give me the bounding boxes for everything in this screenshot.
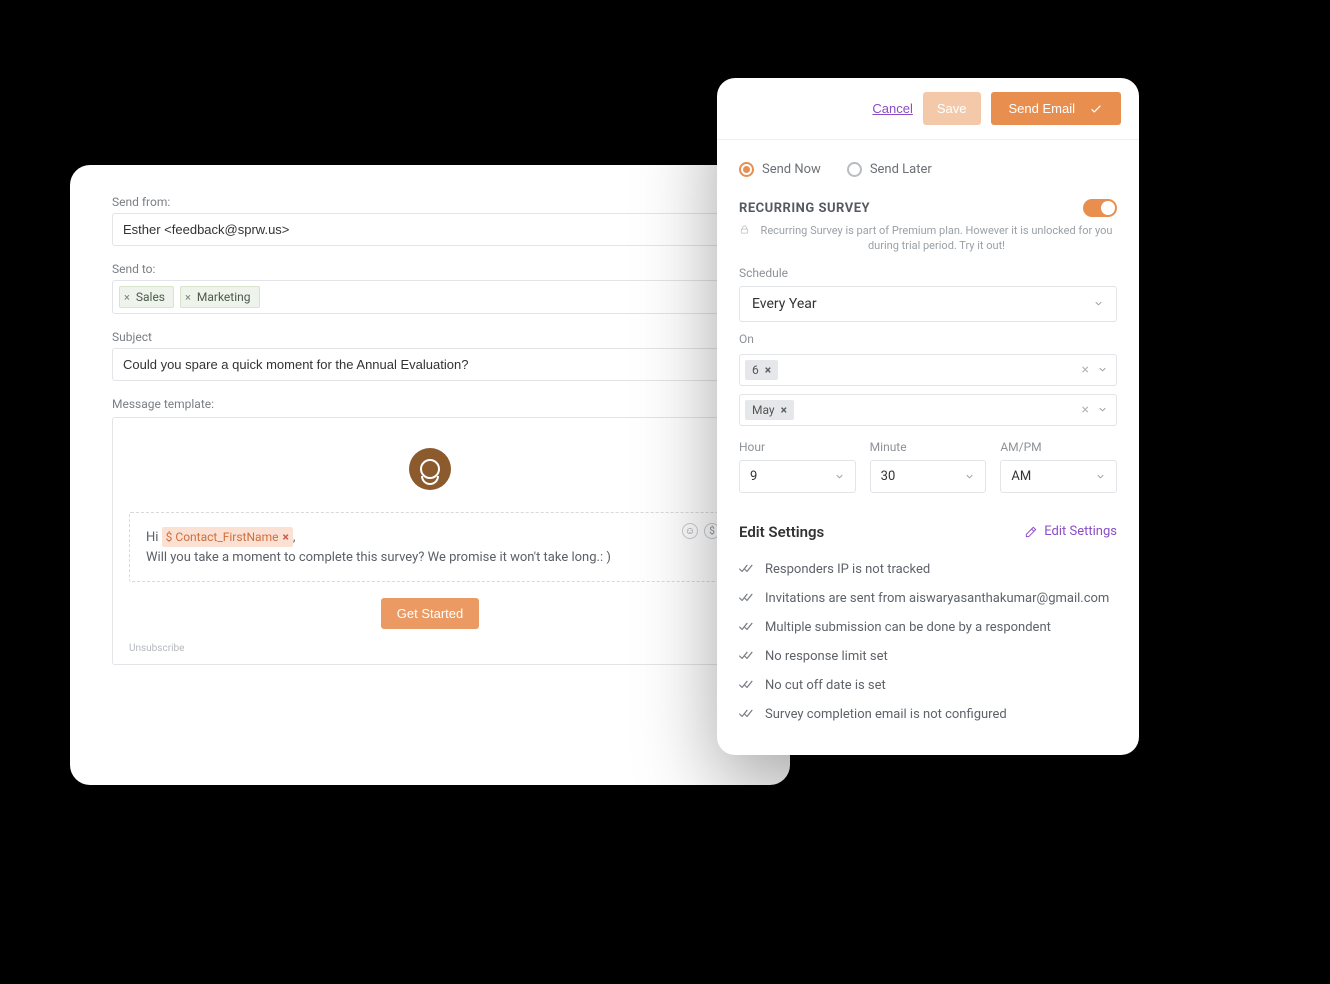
recurring-toggle[interactable] [1083, 199, 1117, 217]
unsubscribe-link[interactable]: Unsubscribe [129, 643, 731, 654]
premium-note-text: Recurring Survey is part of Premium plan… [756, 223, 1117, 254]
remove-chip-icon[interactable]: × [185, 292, 191, 303]
settings-item-text: Multiple submission can be done by a res… [765, 620, 1051, 635]
minute-value: 30 [881, 469, 896, 484]
clear-month-icon[interactable]: × [1082, 402, 1089, 418]
settings-title: Edit Settings [739, 523, 824, 541]
recipient-chip[interactable]: × Marketing [180, 286, 259, 308]
ampm-select[interactable]: AM [1000, 460, 1117, 493]
brand-logo-icon [420, 459, 440, 479]
double-check-icon [739, 563, 755, 575]
send-timing-radiogroup: Send Now Send Later [739, 162, 1117, 177]
clear-day-icon[interactable]: × [1082, 362, 1089, 378]
message-template-label: Message template: [112, 397, 214, 411]
panel-header: Cancel Save Send Email [717, 78, 1139, 140]
on-label: On [739, 332, 1117, 346]
settings-item-text: Responders IP is not tracked [765, 562, 930, 577]
settings-item: Responders IP is not tracked [739, 555, 1117, 584]
schedule-panel: Cancel Save Send Email Send Now Send Lat… [717, 78, 1139, 755]
schedule-select[interactable]: Every Year [739, 286, 1117, 322]
message-editor[interactable]: ☺ $ Hi $ Contact_FirstName × , Will you … [129, 512, 731, 582]
remove-day-icon[interactable]: × [765, 363, 771, 377]
subject-input[interactable] [112, 348, 748, 381]
double-check-icon [739, 679, 755, 691]
premium-note: Recurring Survey is part of Premium plan… [739, 223, 1117, 254]
hour-label: Hour [739, 440, 856, 454]
settings-item: Survey completion email is not configure… [739, 700, 1117, 729]
edit-icon [1024, 525, 1038, 539]
chevron-down-icon [1093, 298, 1104, 309]
greeting-comma: , [293, 530, 296, 545]
send-to-input[interactable]: × Sales × Marketing [112, 280, 748, 314]
edit-settings-label: Edit Settings [1044, 524, 1117, 539]
send-now-label: Send Now [762, 162, 821, 177]
schedule-label: Schedule [739, 266, 1117, 280]
lock-icon [739, 224, 750, 235]
double-check-icon [739, 708, 755, 720]
variable-token-label: $ Contact_FirstName [166, 528, 279, 546]
cancel-button[interactable]: Cancel [872, 101, 912, 116]
hour-value: 9 [750, 469, 757, 484]
get-started-button[interactable]: Get Started [381, 598, 479, 629]
ampm-value: AM [1011, 469, 1031, 484]
ampm-label: AM/PM [1000, 440, 1117, 454]
send-from-input[interactable] [112, 213, 748, 246]
emoji-icon[interactable]: ☺ [682, 523, 698, 539]
recipient-chip[interactable]: × Sales [119, 286, 174, 308]
day-pill[interactable]: 6 × [745, 360, 778, 380]
save-button[interactable]: Save [923, 92, 981, 125]
settings-list: Responders IP is not tracked Invitations… [739, 555, 1117, 729]
recipient-chip-label: Sales [136, 290, 165, 304]
settings-item-text: Survey completion email is not configure… [765, 707, 1007, 722]
hour-select[interactable]: 9 [739, 460, 856, 493]
send-from-label: Send from: [112, 195, 748, 209]
chevron-down-icon [964, 471, 975, 482]
check-icon [1089, 102, 1103, 116]
send-to-label: Send to: [112, 262, 748, 276]
send-later-radio[interactable]: Send Later [847, 162, 932, 177]
edit-settings-link[interactable]: Edit Settings [1024, 524, 1117, 539]
settings-item-text: Invitations are sent from aiswaryasantha… [765, 591, 1109, 606]
send-later-label: Send Later [870, 162, 932, 177]
month-value: May [752, 403, 775, 417]
minute-label: Minute [870, 440, 987, 454]
send-now-radio[interactable]: Send Now [739, 162, 821, 177]
greeting-text: Hi [146, 530, 158, 545]
recurring-title: RECURRING SURVEY [739, 201, 870, 216]
remove-chip-icon[interactable]: × [124, 292, 130, 303]
settings-item-text: No cut off date is set [765, 678, 886, 693]
chevron-down-icon [1095, 471, 1106, 482]
double-check-icon [739, 621, 755, 633]
brand-logo [409, 448, 451, 490]
double-check-icon [739, 592, 755, 604]
compose-card: Send from: Send to: × Sales × Marketing … [70, 165, 790, 785]
remove-variable-icon[interactable]: × [282, 528, 288, 546]
email-preview: ☺ $ Hi $ Contact_FirstName × , Will you … [112, 417, 748, 665]
send-email-label: Send Email [1009, 101, 1075, 116]
settings-item: Invitations are sent from aiswaryasantha… [739, 584, 1117, 613]
remove-month-icon[interactable]: × [781, 403, 787, 417]
recipient-chip-label: Marketing [197, 290, 251, 304]
schedule-value: Every Year [752, 296, 817, 312]
month-select[interactable]: May × × [739, 394, 1117, 426]
settings-item: No response limit set [739, 642, 1117, 671]
day-select[interactable]: 6 × × [739, 354, 1117, 386]
month-pill[interactable]: May × [745, 400, 794, 420]
settings-item-text: No response limit set [765, 649, 888, 664]
minute-select[interactable]: 30 [870, 460, 987, 493]
chevron-down-icon [1097, 364, 1108, 375]
double-check-icon [739, 650, 755, 662]
day-value: 6 [752, 363, 759, 377]
subject-label: Subject [112, 330, 748, 344]
variable-token[interactable]: $ Contact_FirstName × [162, 527, 293, 547]
chevron-down-icon [1097, 404, 1108, 415]
settings-item: No cut off date is set [739, 671, 1117, 700]
message-body: Will you take a moment to complete this … [146, 548, 714, 568]
chevron-down-icon [834, 471, 845, 482]
settings-item: Multiple submission can be done by a res… [739, 613, 1117, 642]
send-email-button[interactable]: Send Email [991, 92, 1121, 125]
